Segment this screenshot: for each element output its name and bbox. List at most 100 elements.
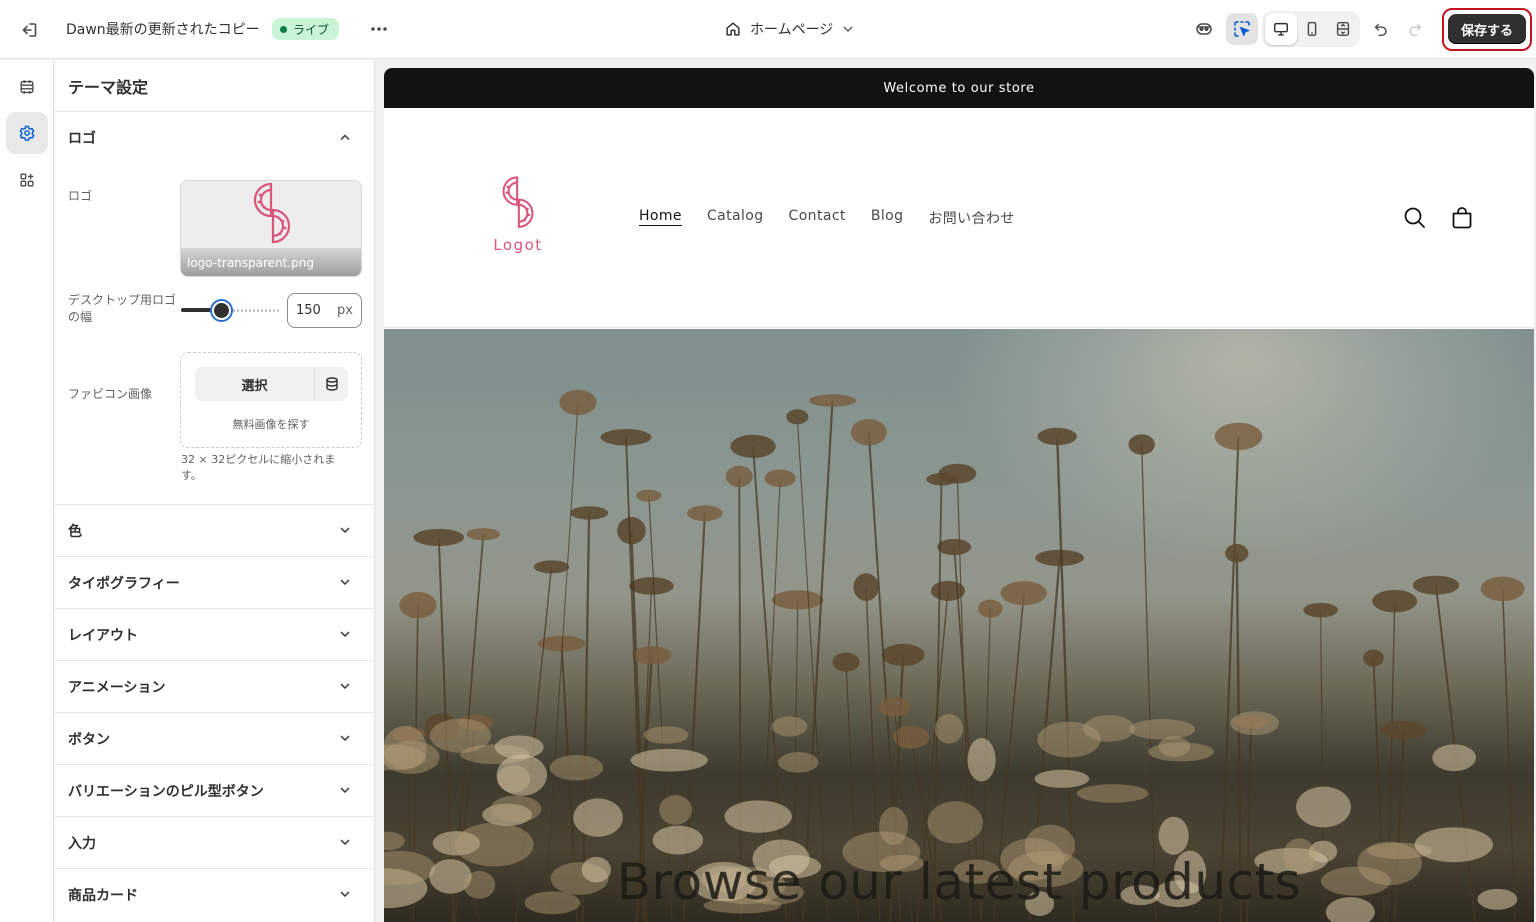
home-icon: [726, 22, 740, 36]
chevron-up-icon: [340, 134, 350, 140]
blossom: [549, 754, 604, 781]
flower-head: [399, 591, 437, 619]
section-header-label: ボタン: [68, 732, 110, 748]
store-logo[interactable]: Logot: [488, 172, 548, 256]
inspector-icon: [1234, 21, 1251, 37]
redo-icon: [1409, 23, 1422, 37]
section-header[interactable]: タイポグラフィー: [55, 557, 374, 609]
rail-item-theme-settings[interactable]: [6, 112, 48, 154]
section-header-label: タイポグラフィー: [68, 576, 180, 592]
chevron-down-icon: [340, 787, 350, 794]
store-search-button[interactable]: [1402, 205, 1428, 231]
flower-head: [686, 505, 723, 522]
section-header[interactable]: アニメーション: [55, 661, 374, 713]
chevron-down-icon: [340, 839, 350, 846]
store-nav: Home Catalog Contact Blog お問い合わせ: [639, 208, 1015, 228]
more-icon: [371, 27, 387, 31]
section-header-logo[interactable]: ロゴ: [55, 112, 374, 164]
blossom: [724, 800, 792, 833]
blossom: [490, 795, 542, 823]
page-selector[interactable]: ホームページ: [724, 15, 855, 43]
flower-head: [764, 469, 796, 488]
ai-assistant-button[interactable]: [1188, 13, 1220, 45]
save-button[interactable]: 保存する: [1448, 14, 1526, 44]
database-icon: [325, 377, 338, 391]
chevron-down-icon: [340, 891, 350, 898]
section-header[interactable]: レイアウト: [55, 609, 374, 661]
blossom: [1076, 784, 1149, 803]
flower-head: [1381, 720, 1427, 740]
exit-button[interactable]: [14, 15, 44, 45]
section-header[interactable]: バリエーションのピル型ボタン: [55, 765, 374, 817]
store-nav-link[interactable]: お問い合わせ: [928, 208, 1014, 228]
logo-width-input[interactable]: 150 px: [287, 293, 362, 328]
fullscreen-icon: [1336, 21, 1350, 37]
favicon-help-text: 32 × 32ピクセルに縮小されます。: [181, 453, 336, 482]
store-nav-link[interactable]: Home: [639, 208, 682, 228]
section-header-label: ロゴ: [68, 131, 96, 147]
section-header[interactable]: ボタン: [55, 713, 374, 765]
editor-topbar: Dawn最新の更新されたコピー ライブ ホームページ 保存する: [0, 0, 1536, 59]
store-nav-link[interactable]: Blog: [871, 208, 904, 228]
store-nav-link[interactable]: Catalog: [707, 208, 764, 228]
section-header[interactable]: 商品カード: [55, 869, 374, 921]
logo-width-label: デスクトップ用ロゴの幅: [68, 293, 177, 324]
sections-icon: [20, 80, 34, 94]
flower-head: [725, 465, 753, 488]
logo-picker[interactable]: logo-transparent.png: [180, 180, 362, 277]
blossom: [630, 748, 708, 772]
theme-title: Dawn最新の更新されたコピー: [66, 22, 260, 38]
hero-banner[interactable]: Browse our latest products: [384, 329, 1534, 922]
store-cart-button[interactable]: [1449, 205, 1475, 231]
blossom: [494, 735, 544, 759]
flower-head: [850, 419, 887, 446]
chevron-down-icon: [340, 683, 350, 690]
blossom: [652, 825, 704, 855]
flower-head: [413, 528, 465, 547]
flower-head: [808, 394, 857, 407]
blossom: [771, 716, 808, 737]
free-images-link[interactable]: 無料画像を探す: [180, 416, 362, 432]
exit-icon: [22, 23, 37, 37]
mobile-view-button[interactable]: [1296, 13, 1328, 45]
blossom: [967, 738, 996, 782]
store-nav-link[interactable]: Contact: [789, 208, 846, 228]
redo-button[interactable]: [1399, 13, 1431, 45]
mobile-icon: [1307, 21, 1317, 37]
section-header[interactable]: 入力: [55, 817, 374, 869]
section-header-label: レイアウト: [68, 628, 138, 644]
more-actions-button[interactable]: [364, 15, 394, 43]
fullscreen-button[interactable]: [1327, 13, 1359, 45]
logo-width-value: 150: [296, 303, 321, 318]
store-preview: Welcome to our store Logot Home Catalog Co…: [384, 68, 1534, 922]
flower-head: [632, 646, 672, 665]
favicon-select-button[interactable]: 選択: [195, 367, 314, 401]
flower-head: [1225, 544, 1249, 563]
flower-head: [1128, 434, 1155, 455]
undo-button[interactable]: [1365, 13, 1397, 45]
rail-item-sections[interactable]: [6, 66, 48, 108]
rail-item-apps[interactable]: [6, 159, 48, 201]
status-badge: ライブ: [272, 18, 340, 40]
inspector-button[interactable]: [1226, 13, 1258, 45]
section-header[interactable]: 色: [55, 505, 374, 557]
favicon-library-button[interactable]: [314, 367, 348, 401]
logo-mark-icon: [502, 176, 534, 228]
blossom: [1083, 715, 1135, 742]
blossom: [496, 754, 548, 796]
blossom: [384, 831, 405, 851]
announcement-bar: Welcome to our store: [384, 68, 1534, 108]
flower-head: [1412, 575, 1460, 595]
flower-head: [1037, 427, 1077, 446]
apps-icon: [20, 173, 34, 187]
flower-head: [881, 643, 925, 667]
editor-sidebar-rail: [0, 60, 54, 922]
desktop-view-button[interactable]: [1265, 13, 1297, 45]
chevron-down-icon: [844, 26, 853, 33]
section-header-label: バリエーションのピル型ボタン: [68, 784, 264, 800]
favicon-label: ファビコン画像: [68, 387, 153, 401]
logo-width-slider-thumb[interactable]: [212, 301, 231, 320]
logo-label: ロゴ: [68, 189, 93, 203]
gear-icon: [19, 125, 35, 141]
flower-head: [1363, 649, 1384, 667]
